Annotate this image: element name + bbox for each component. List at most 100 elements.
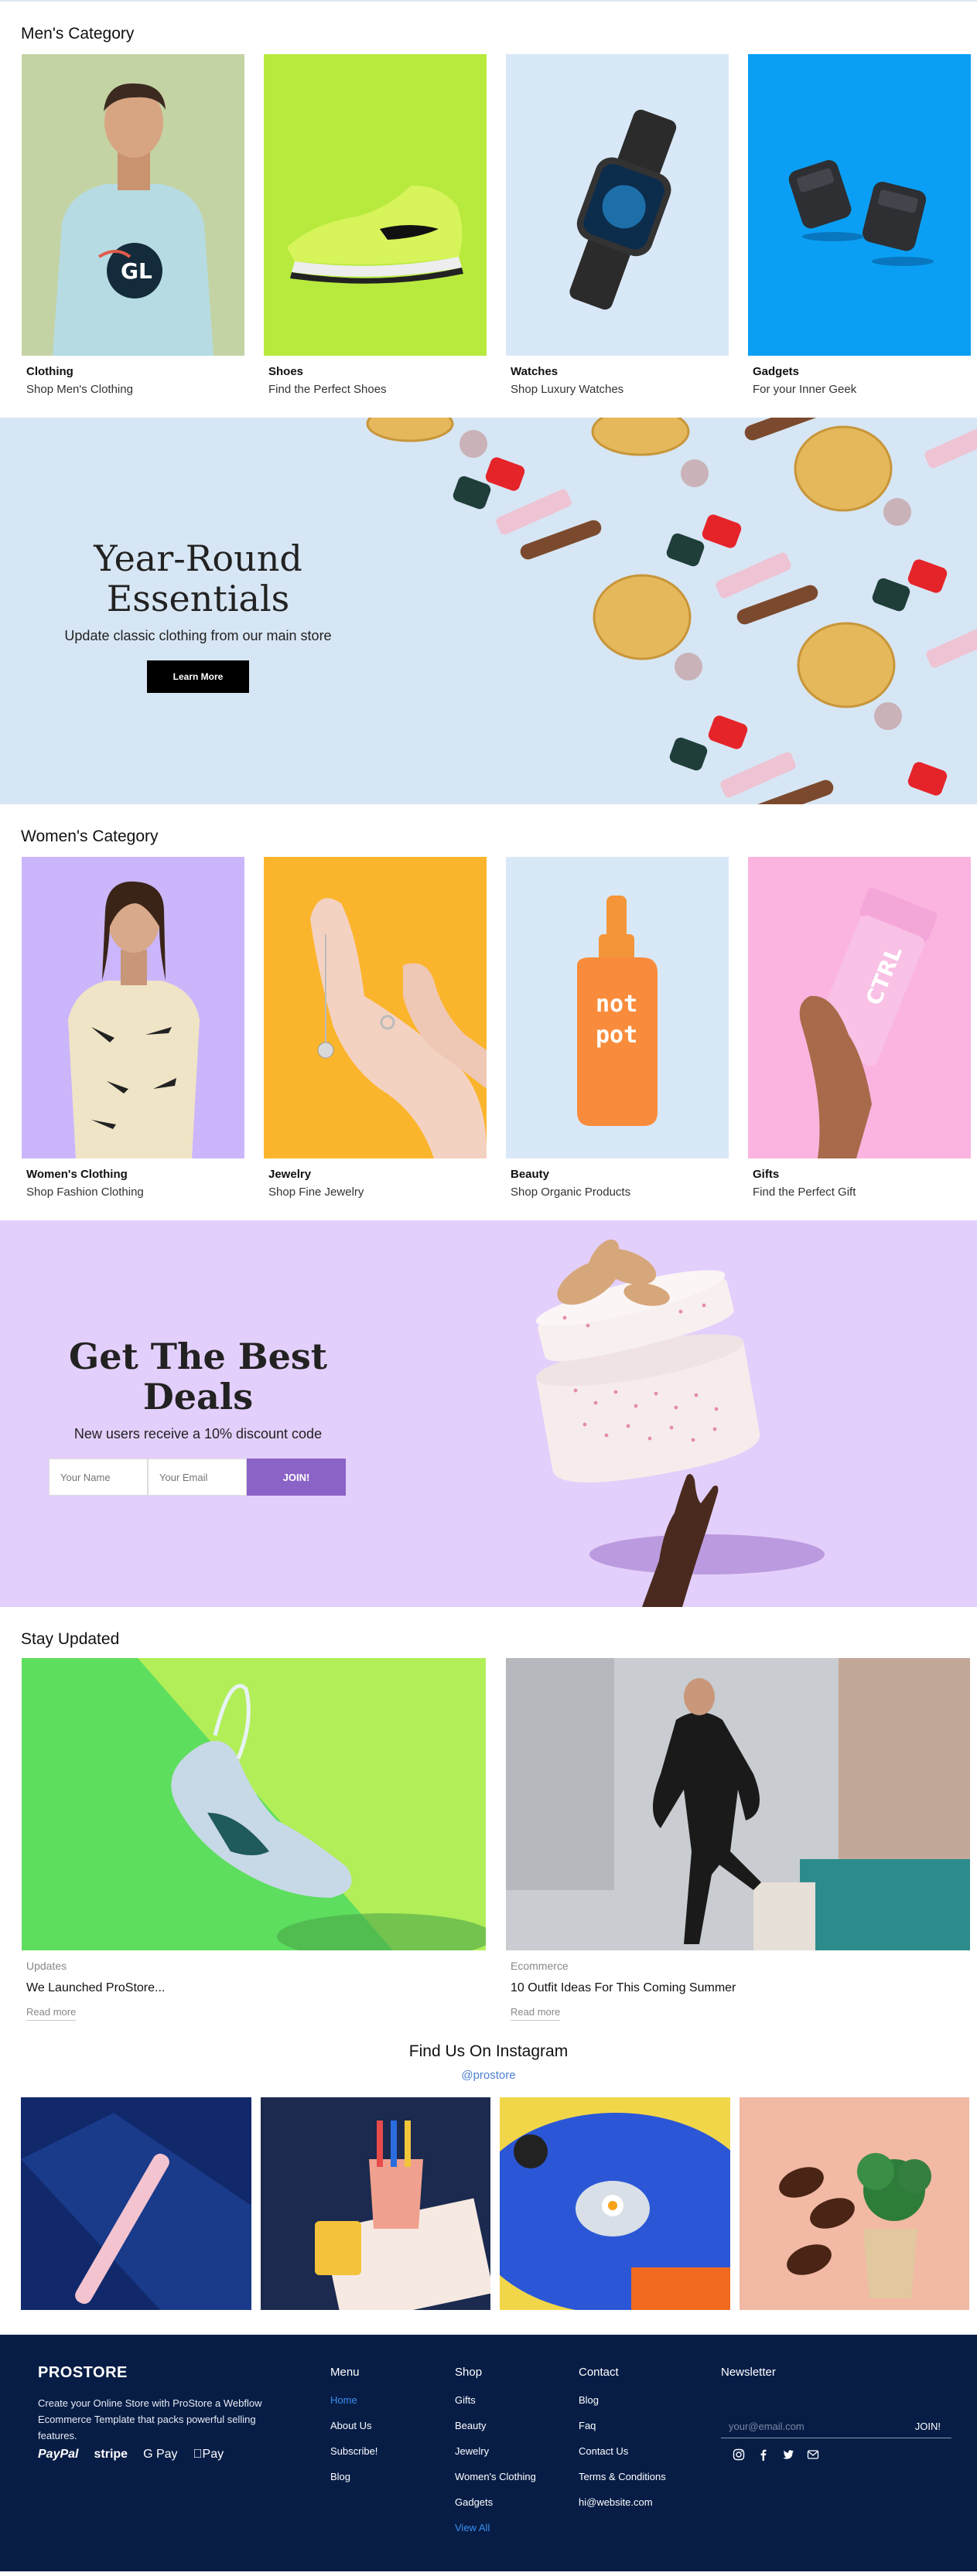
category-card-clothing[interactable]: GL Clothing Shop Men's Clothing bbox=[22, 54, 244, 396]
facebook-icon[interactable] bbox=[757, 2448, 770, 2462]
category-subtitle: Find the Perfect Shoes bbox=[268, 383, 387, 396]
footer-link-contact-blog[interactable]: Blog bbox=[579, 2394, 666, 2406]
instagram-grid bbox=[0, 2082, 977, 2310]
footer-link-blog[interactable]: Blog bbox=[330, 2471, 377, 2482]
gifts-image[interactable]: CTRL bbox=[748, 857, 971, 1158]
category-card-jewelry[interactable]: Jewelry Shop Fine Jewelry bbox=[264, 857, 487, 1199]
category-subtitle: Shop Men's Clothing bbox=[26, 383, 133, 396]
category-name[interactable]: Gadgets bbox=[748, 365, 971, 378]
blog-grid: Updates We Launched ProStore... Read mor… bbox=[0, 1658, 977, 2021]
blog-title[interactable]: We Launched ProStore... bbox=[22, 1981, 486, 1995]
blog-image-outfit[interactable] bbox=[506, 1658, 970, 1950]
name-input[interactable] bbox=[49, 1459, 148, 1496]
instagram-title: Find Us On Instagram bbox=[408, 2042, 569, 2060]
stay-updated-section: Stay Updated Updates We Launched ProStor… bbox=[0, 1607, 977, 2021]
blog-card[interactable]: Ecommerce 10 Outfit Ideas For This Comin… bbox=[506, 1658, 970, 2021]
email-icon[interactable] bbox=[806, 2448, 820, 2462]
jewelry-image[interactable] bbox=[264, 857, 487, 1158]
category-card-womens-clothing[interactable]: Women's Clothing Shop Fashion Clothing bbox=[22, 857, 244, 1199]
category-name[interactable]: Shoes bbox=[264, 365, 487, 378]
newsletter-join-button[interactable]: JOIN! bbox=[915, 2421, 951, 2432]
footer-contact-column: Contact Blog Faq Contact Us Terms & Cond… bbox=[579, 2366, 666, 2522]
watches-image[interactable] bbox=[506, 54, 729, 356]
category-name[interactable]: Jewelry bbox=[264, 1168, 487, 1181]
category-subtitle: Shop Fine Jewelry bbox=[268, 1186, 364, 1199]
instagram-image-sunglasses[interactable] bbox=[739, 2097, 969, 2310]
beauty-image[interactable]: not pot bbox=[506, 857, 729, 1158]
footer-menu-heading: Menu bbox=[330, 2366, 360, 2379]
blog-title[interactable]: 10 Outfit Ideas For This Coming Summer bbox=[506, 1981, 970, 1995]
mens-category-grid: GL Clothing Shop Men's Clothing Shoes Fi… bbox=[0, 54, 977, 396]
instagram-image-desk[interactable] bbox=[260, 2097, 490, 2310]
newsletter-email-input[interactable]: your@email.com bbox=[721, 2421, 804, 2432]
footer-link-view-all[interactable]: View All bbox=[455, 2522, 536, 2533]
paypal-icon: PayPal bbox=[38, 2448, 79, 2461]
category-name[interactable]: Beauty bbox=[506, 1168, 729, 1181]
womens-clothing-image[interactable] bbox=[22, 857, 244, 1158]
category-subtitle: Shop Organic Products bbox=[511, 1186, 631, 1199]
category-card-watches[interactable]: Watches Shop Luxury Watches bbox=[506, 54, 729, 396]
footer-link-jewelry[interactable]: Jewelry bbox=[455, 2445, 536, 2457]
category-card-gadgets[interactable]: Gadgets For your Inner Geek bbox=[748, 54, 971, 396]
category-card-beauty[interactable]: not pot Beauty Shop Organic Products bbox=[506, 857, 729, 1199]
mens-category-section: Men's Category GL Clothing Shop Men's Cl… bbox=[0, 2, 977, 396]
footer-email-link[interactable]: hi@website.com bbox=[579, 2496, 666, 2508]
instagram-image-breakfast[interactable] bbox=[500, 2097, 730, 2310]
apple-pay-icon: Pay bbox=[193, 2448, 224, 2461]
footer-link-gadgets[interactable]: Gadgets bbox=[455, 2496, 536, 2508]
category-subtitle: Shop Luxury Watches bbox=[511, 383, 624, 396]
learn-more-button[interactable]: Learn More bbox=[147, 660, 249, 693]
footer-link-home[interactable]: Home bbox=[330, 2394, 377, 2406]
essentials-banner: Year-Round Essentials Update classic clo… bbox=[0, 418, 977, 804]
category-name[interactable]: Clothing bbox=[22, 365, 244, 378]
footer-shop-column: Shop Gifts Beauty Jewelry Women's Clothi… bbox=[455, 2366, 536, 2547]
category-card-gifts[interactable]: CTRL Gifts Find the Perfect Gift bbox=[748, 857, 971, 1199]
twitter-icon[interactable] bbox=[781, 2448, 795, 2462]
womens-category-title: Women's Category bbox=[21, 827, 159, 845]
footer-link-contact-us[interactable]: Contact Us bbox=[579, 2445, 666, 2457]
footer-link-about[interactable]: About Us bbox=[330, 2420, 377, 2431]
payment-methods: PayPal stripe G Pay Pay bbox=[38, 2448, 224, 2462]
footer-menu-column: Menu Home About Us Subscribe! Blog bbox=[330, 2366, 377, 2496]
blog-tag: Ecommerce bbox=[511, 1960, 569, 1972]
instagram-image-toothbrush[interactable] bbox=[21, 2097, 251, 2310]
footer-newsletter-column: Newsletter bbox=[721, 2366, 776, 2394]
instagram-icon[interactable] bbox=[732, 2448, 746, 2462]
footer-link-gifts[interactable]: Gifts bbox=[455, 2394, 536, 2406]
social-links bbox=[732, 2448, 820, 2462]
footer-link-faq[interactable]: Faq bbox=[579, 2420, 666, 2431]
footer-link-womens-clothing[interactable]: Women's Clothing bbox=[455, 2471, 536, 2482]
instagram-handle-link[interactable]: @prostore bbox=[0, 2069, 977, 2082]
svg-text:pot: pot bbox=[596, 1022, 637, 1049]
stripe-icon: stripe bbox=[94, 2448, 128, 2461]
clothing-image[interactable]: GL bbox=[22, 54, 244, 356]
mens-category-title: Men's Category bbox=[21, 25, 135, 43]
category-name[interactable]: Watches bbox=[506, 365, 729, 378]
footer-description: Create your Online Store with ProStore a… bbox=[38, 2397, 262, 2441]
signup-form: JOIN! bbox=[49, 1459, 346, 1496]
footer-logo[interactable]: PROSTORE bbox=[38, 2364, 128, 2382]
newsletter-form: your@email.com JOIN! bbox=[721, 2415, 951, 2438]
blog-image-sneaker[interactable] bbox=[22, 1658, 486, 1950]
google-pay-icon: G Pay bbox=[143, 2448, 178, 2461]
banner-subtitle: Update classic clothing from our main st… bbox=[64, 628, 332, 643]
join-button[interactable]: JOIN! bbox=[247, 1459, 346, 1496]
page: Men's Category GL Clothing Shop Men's Cl… bbox=[0, 0, 977, 2571]
email-input[interactable] bbox=[148, 1459, 247, 1496]
footer-link-beauty[interactable]: Beauty bbox=[455, 2420, 536, 2431]
category-name[interactable]: Women's Clothing bbox=[22, 1168, 244, 1181]
footer-contact-heading: Contact bbox=[579, 2366, 619, 2379]
instagram-section: Find Us On Instagram @prostore bbox=[0, 2021, 977, 2310]
footer-link-subscribe[interactable]: Subscribe! bbox=[330, 2445, 377, 2457]
deals-banner: Get The Best Deals New users receive a 1… bbox=[0, 1220, 977, 1607]
footer-shop-heading: Shop bbox=[455, 2366, 483, 2379]
category-card-shoes[interactable]: Shoes Find the Perfect Shoes bbox=[264, 54, 487, 396]
gadgets-image[interactable] bbox=[748, 54, 971, 356]
blog-card[interactable]: Updates We Launched ProStore... Read mor… bbox=[22, 1658, 486, 2021]
footer-newsletter-heading: Newsletter bbox=[721, 2366, 776, 2379]
category-name[interactable]: Gifts bbox=[748, 1168, 971, 1181]
footer-link-terms[interactable]: Terms & Conditions bbox=[579, 2471, 666, 2482]
shoes-image[interactable] bbox=[264, 54, 487, 356]
read-more-link[interactable]: Read more bbox=[511, 2006, 561, 2021]
read-more-link[interactable]: Read more bbox=[26, 2006, 77, 2021]
